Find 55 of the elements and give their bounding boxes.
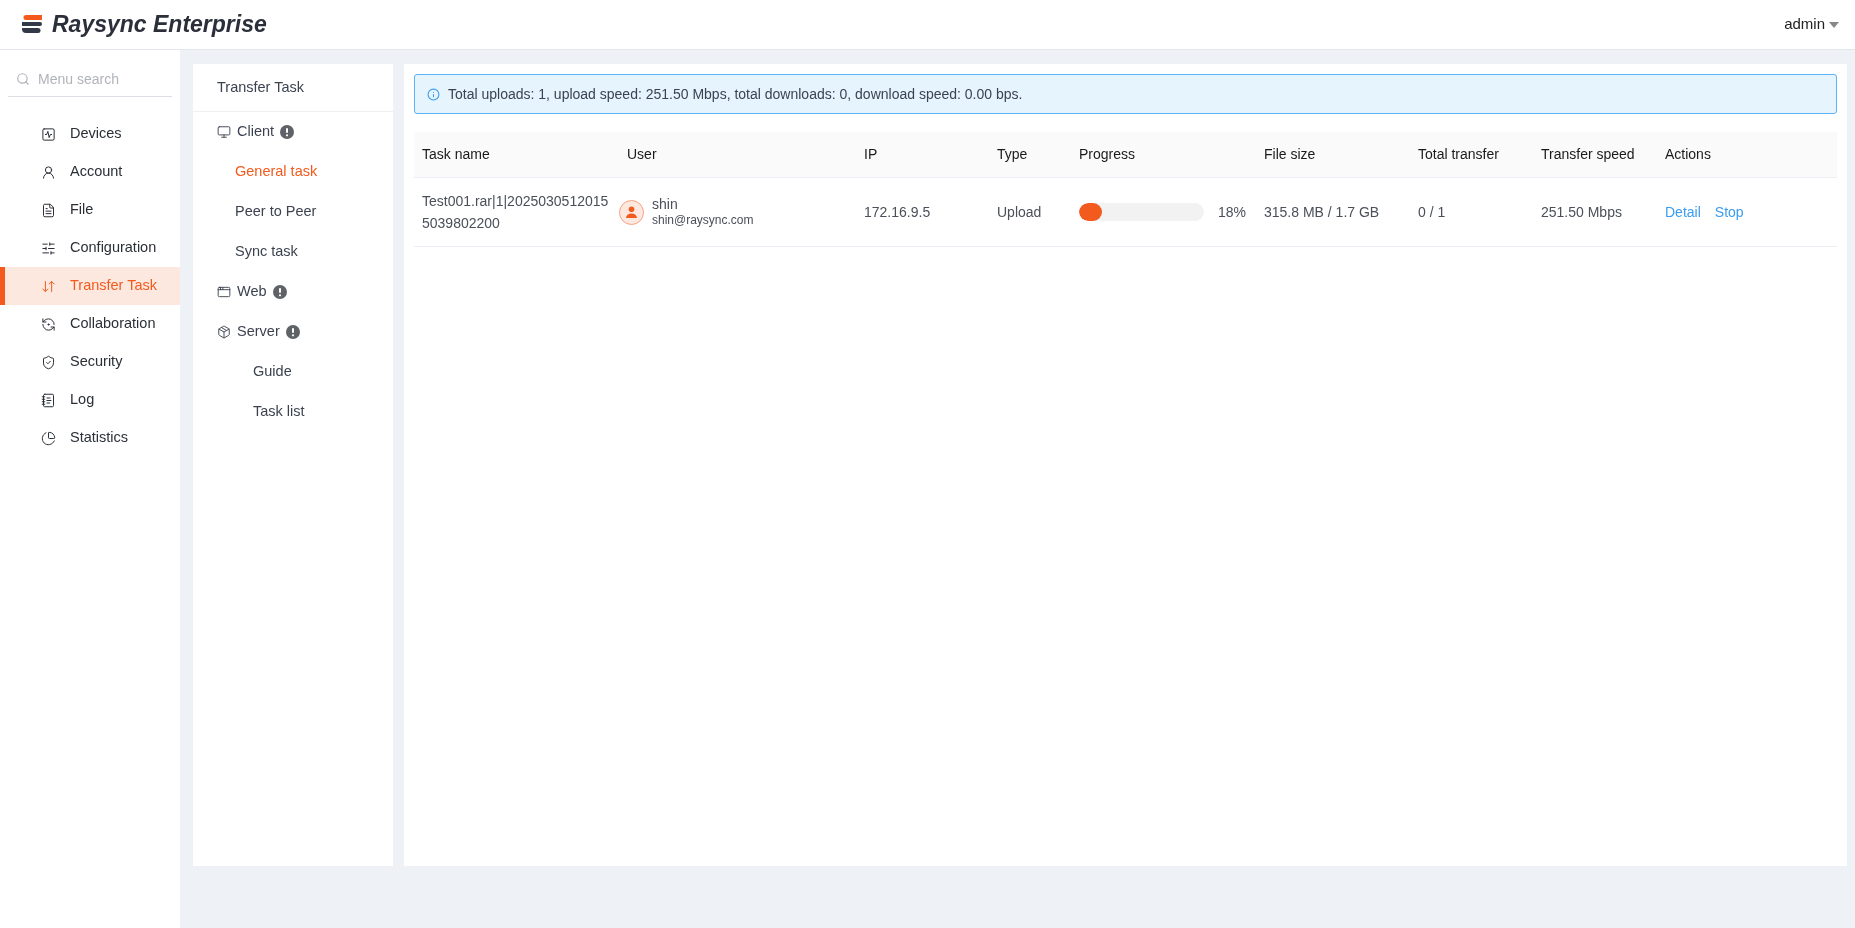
column-header: User [627,146,657,162]
sub-menu-item[interactable]: Task list [193,392,393,432]
user-email: shin@raysync.com [652,213,754,229]
rotate-icon [41,316,56,332]
user-icon [41,164,56,180]
menu-group[interactable]: Web [193,272,393,312]
info-icon [427,87,440,101]
table-cell: 172.16.9.5 [864,203,931,220]
column-header: Transfer speed [1541,146,1635,162]
monitor-icon [217,125,231,139]
column-header: Actions [1665,146,1711,162]
window-icon [217,285,231,299]
sidebar-item[interactable]: Configuration [0,229,180,267]
table-cell: 251.50 Mbps [1541,203,1622,220]
brand-title: Raysync Enterprise [52,10,267,40]
column-header: Type [997,146,1028,162]
summary-text: Total uploads: 1, upload speed: 251.50 Mbps, total downloads: 0, download speed: 0.00 bps. [448,84,1023,104]
menu-group[interactable]: Server [193,312,393,352]
user-name: shin [652,195,679,214]
menu-group[interactable]: Client [193,112,393,152]
table-cell: Upload [997,203,1042,220]
column-header: Progress [1079,146,1136,162]
table-cell: 0 / 1 [1418,203,1446,220]
column-header: File size [1264,146,1316,162]
shield-check-icon [41,354,56,370]
sidebar-item[interactable]: File [0,191,180,229]
sidebar-item[interactable]: Account [0,153,180,191]
person-icon [626,206,637,218]
panel-title: Transfer Task [217,77,305,97]
progress-percent: 18% [1218,202,1247,222]
document-icon [41,202,56,218]
search-icon [16,72,30,86]
cube-icon [217,325,231,339]
column-header: Total transfer [1418,146,1499,162]
sidebar-item[interactable]: Collaboration [0,305,180,343]
sidebar-item[interactable]: Devices [0,115,180,153]
monitor-chart-icon [41,126,56,142]
sliders-icon [41,240,56,256]
sub-menu-item[interactable]: Peer to Peer [193,192,393,232]
logo-icon [20,13,44,36]
menu-search-field[interactable]: Menu search [38,68,158,90]
sidebar-item[interactable]: Log [0,381,180,419]
sub-menu-item[interactable]: Sync task [193,232,393,272]
sidebar-item[interactable]: Security [0,343,180,381]
table-cell-text: Test001.rar|1|20250305120155039802200 [422,192,610,233]
caret-icon [1829,21,1839,28]
sidebar-item[interactable]: Statistics [0,419,180,457]
column-header: Task name [422,146,490,162]
sub-menu-item[interactable]: Guide [193,352,393,392]
user-menu[interactable]: admin [1784,13,1839,36]
table-cell: 315.8 MB / 1.7 GB [1264,203,1380,220]
list-document-icon [41,392,56,408]
column-header: IP [864,146,878,162]
pie-chart-icon [41,430,56,446]
up-down-arrows-icon [41,278,56,294]
